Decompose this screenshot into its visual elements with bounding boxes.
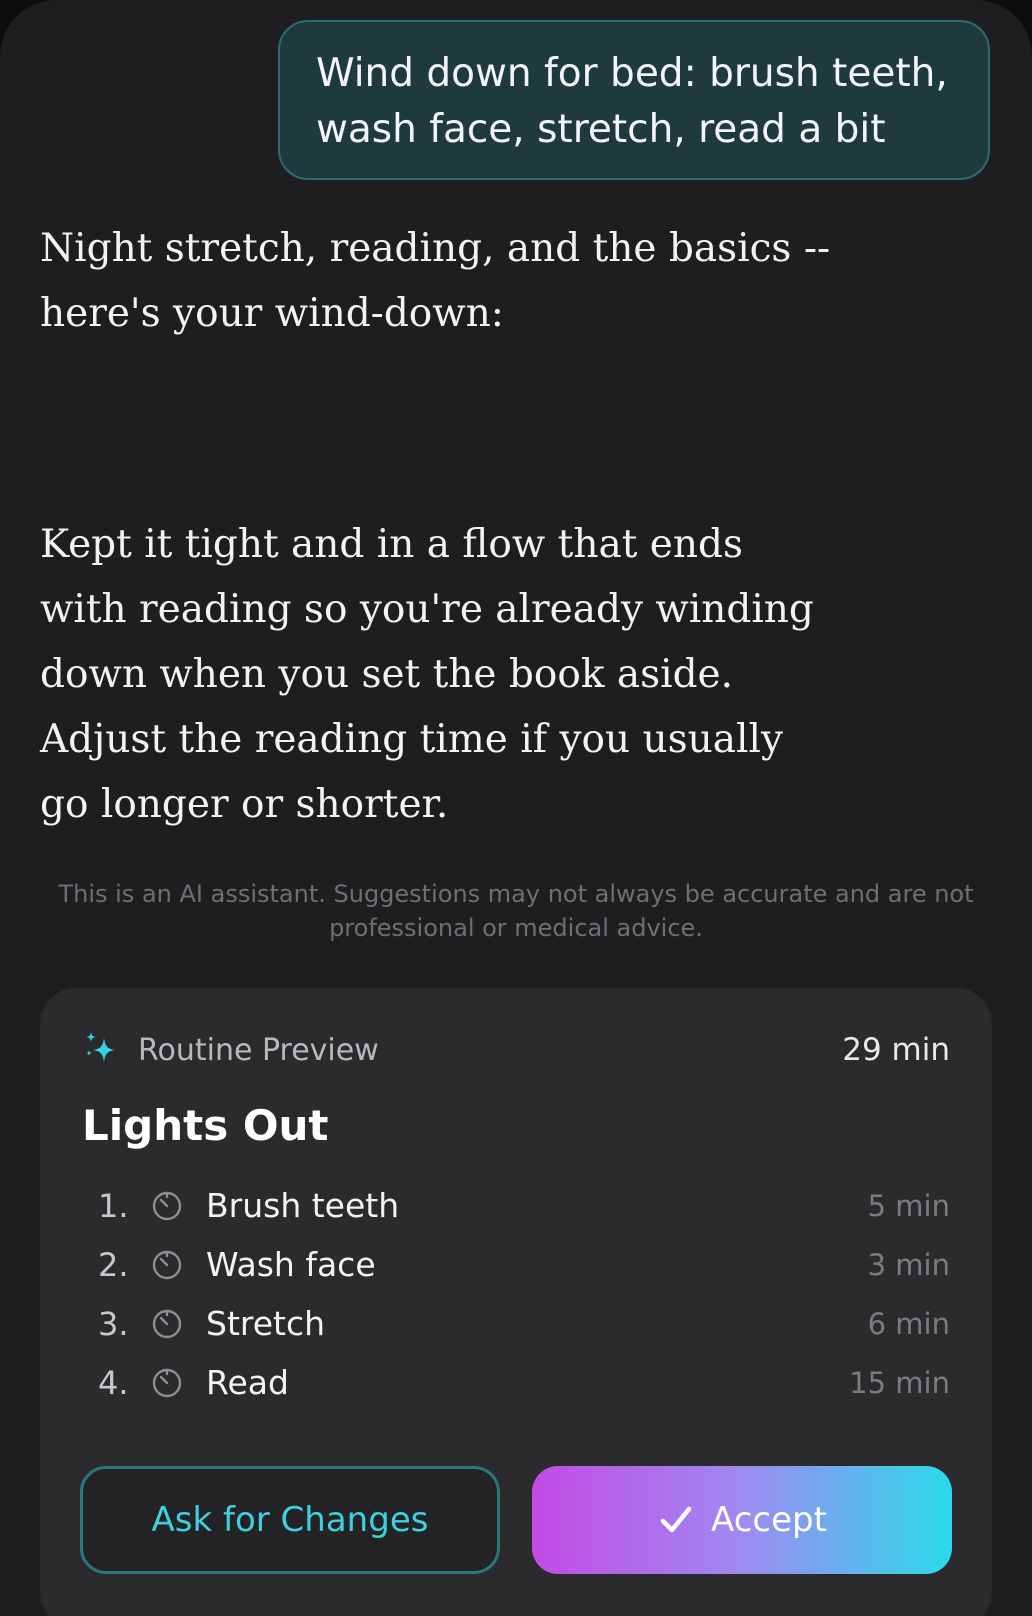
timer-icon (152, 1250, 182, 1279)
step-duration: 3 min (867, 1247, 950, 1282)
step-name: Brush teeth (206, 1186, 400, 1225)
step-number: 3. (98, 1304, 129, 1343)
checkmark-icon (660, 1506, 692, 1533)
assistant-intro-text: Night stretch, reading, and the basics -… (40, 226, 831, 336)
routine-total-duration: 29 min (842, 1032, 950, 1068)
routine-step: 1. Brush teeth 5 min (98, 1176, 950, 1235)
routine-step: 2. Wash face 3 min (98, 1235, 950, 1294)
timer-icon (152, 1309, 182, 1338)
ai-disclaimer: This is an AI assistant. Suggestions may… (58, 880, 974, 942)
routine-preview-header: Routine Preview 29 min (82, 1022, 950, 1078)
sparkle-icon (86, 1032, 115, 1062)
user-message-bubble: Wind down for bed: brush teeth, wash fac… (278, 20, 990, 180)
step-number: 1. (98, 1186, 129, 1225)
step-number: 4. (98, 1363, 129, 1402)
ask-for-changes-button[interactable]: Ask for Changes (80, 1466, 500, 1574)
user-message-text: Wind down for bed: brush teeth, wash fac… (316, 51, 948, 152)
ask-for-changes-label: Ask for Changes (151, 1500, 429, 1540)
step-duration: 5 min (867, 1188, 950, 1223)
chat-screen: Wind down for bed: brush teeth, wash fac… (0, 0, 1032, 1616)
routine-preview-label: Routine Preview (138, 1032, 379, 1068)
routine-title: Lights Out (82, 1101, 329, 1150)
routine-step-list: 1. Brush teeth 5 min 2. Wash face 3 min (98, 1176, 950, 1412)
step-name: Stretch (206, 1304, 326, 1343)
routine-step: 4. Read 15 min (98, 1353, 950, 1412)
accept-label: Accept (711, 1500, 827, 1540)
step-duration: 15 min (849, 1365, 950, 1400)
timer-icon (152, 1368, 182, 1397)
accept-button[interactable]: Accept (532, 1466, 952, 1574)
assistant-outro-text: Kept it tight and in a flow that ends wi… (40, 522, 814, 827)
routine-step: 3. Stretch 6 min (98, 1294, 950, 1353)
step-number: 2. (98, 1245, 129, 1284)
step-name: Read (206, 1363, 289, 1402)
timer-icon (152, 1191, 182, 1220)
step-name: Wash face (206, 1245, 376, 1284)
step-duration: 6 min (867, 1306, 950, 1341)
routine-preview-card: Routine Preview 29 min Lights Out 1. Bru… (40, 988, 992, 1616)
